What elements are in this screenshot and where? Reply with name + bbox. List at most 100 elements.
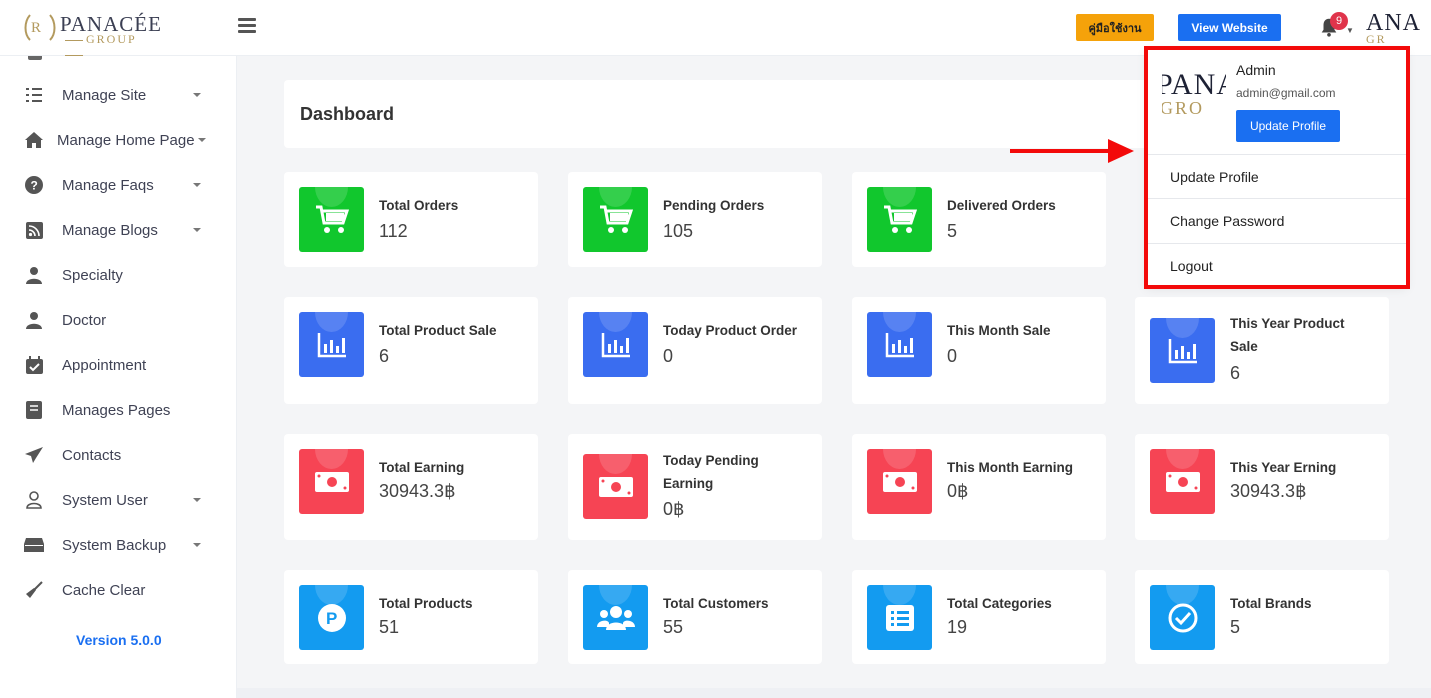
sidebar-item-label: Cache Clear — [62, 581, 146, 599]
next-row-edge — [237, 688, 1431, 698]
sidebar-item-appointment[interactable]: Appointment — [0, 345, 237, 385]
stat-card-title: Total Categories — [947, 596, 1052, 611]
stat-card-title: Total Brands — [1230, 596, 1312, 611]
sidebar-item-specialty[interactable]: Specialty — [0, 255, 237, 295]
sidebar-item-system-backup[interactable]: System Backup — [0, 525, 237, 565]
money-bill-icon — [867, 449, 932, 514]
bar-chart-icon — [583, 312, 648, 377]
sidebar-item-cache-clear[interactable]: Cache Clear — [0, 570, 237, 610]
stat-card-title: Today Pending Earning — [663, 453, 759, 491]
user-email: admin@gmail.com — [1236, 86, 1336, 100]
svg-text:R: R — [31, 20, 41, 36]
manual-button[interactable]: คู่มือใช้งาน — [1076, 14, 1154, 41]
user-name: Admin — [1236, 62, 1276, 78]
panacee-logo[interactable]: R PANACÉE GROUP — [22, 10, 161, 56]
stat-card-total-earning[interactable]: Total Earning 30943.3฿ — [284, 434, 538, 540]
stat-card-total-products[interactable]: P Total Products 51 — [284, 570, 538, 664]
stat-card-today-pending-earning[interactable]: Today Pending Earning 0฿ — [568, 434, 822, 540]
stat-card-value: 55 — [663, 617, 684, 637]
stat-card-value: 112 — [379, 221, 408, 241]
question-icon: ? — [24, 175, 44, 195]
sidebar-item-label: Manage Site — [62, 86, 147, 104]
profile-dropdown: PANA GRO Admin admin@gmail.com Update Pr… — [1146, 48, 1407, 286]
stat-card-title: This Month Earning — [947, 460, 1073, 475]
menu-item-logout[interactable]: Logout — [1146, 243, 1407, 287]
logo-group-text: GROUP — [62, 32, 152, 62]
caret-down-icon — [198, 138, 206, 142]
sidebar-item-label: Manage Blogs — [62, 221, 158, 239]
users-icon — [583, 585, 648, 650]
sidebar-item-label: System User — [62, 491, 148, 509]
view-website-button[interactable]: View Website — [1178, 14, 1281, 41]
sidebar-item-manage-blogs[interactable]: Manage Blogs — [0, 210, 237, 250]
stat-card-value: 0 — [663, 346, 674, 366]
caret-down-icon — [193, 498, 201, 502]
stat-card-this-month-earning[interactable]: This Month Earning 0฿ — [852, 434, 1106, 540]
caret-down-icon — [193, 228, 201, 232]
sidebar-item-label: Manage Home Page — [57, 131, 195, 149]
menu-item-change-password[interactable]: Change Password — [1146, 198, 1407, 242]
stat-card-title: This Year Product Sale — [1230, 316, 1345, 354]
checklist-icon — [24, 85, 44, 105]
bar-chart-icon — [299, 312, 364, 377]
stat-card-title: Total Orders — [379, 198, 459, 213]
avatar[interactable]: ANA GR — [1366, 10, 1431, 50]
money-bill-icon — [583, 454, 648, 519]
cart-icon — [583, 187, 648, 252]
stat-card-value: 5 — [1230, 617, 1241, 637]
caret-down-icon — [193, 183, 201, 187]
sidebar-item-manage-faqs[interactable]: ? Manage Faqs — [0, 165, 237, 205]
stat-card-this-year-product-sale[interactable]: This Year Product Sale 6 — [1135, 297, 1389, 404]
book-icon — [24, 400, 44, 420]
caret-down-icon — [193, 93, 201, 97]
menu-toggle-icon[interactable] — [238, 18, 256, 34]
dropdown-logo: PANA GRO — [1162, 68, 1226, 118]
update-profile-button[interactable]: Update Profile — [1236, 110, 1340, 142]
annotation-arrow-icon — [1010, 139, 1134, 163]
sidebar-item-contacts[interactable]: Contacts — [0, 435, 237, 475]
home-icon — [24, 130, 44, 150]
sidebar-top-icon — [28, 56, 42, 60]
chevron-down-icon[interactable]: ▼ — [1346, 26, 1354, 35]
sidebar-item-label: Contacts — [62, 446, 122, 464]
stat-card-title: This Month Sale — [947, 323, 1051, 338]
page-title: Dashboard — [300, 104, 395, 124]
user-icon — [24, 490, 44, 510]
stat-card-title: Delivered Orders — [947, 198, 1056, 213]
sidebar-item-manage-site[interactable]: Manage Site — [0, 75, 237, 115]
stat-card-total-orders[interactable]: Total Orders 112 — [284, 172, 538, 267]
stat-card-total-categories[interactable]: Total Categories 19 — [852, 570, 1106, 664]
check-circle-icon — [1150, 585, 1215, 650]
stat-card-value: 30943.3฿ — [1230, 481, 1307, 501]
stat-card-this-month-sale[interactable]: This Month Sale 0 — [852, 297, 1106, 404]
calendar-check-icon — [24, 355, 44, 375]
stat-card-title: Total Product Sale — [379, 323, 497, 338]
sidebar-item-label: Manage Faqs — [62, 176, 154, 194]
stat-card-today-product-order[interactable]: Today Product Order 0 — [568, 297, 822, 404]
stat-card-value: 5 — [947, 221, 958, 241]
bar-chart-icon — [867, 312, 932, 377]
money-bill-icon — [299, 449, 364, 514]
stat-card-pending-orders[interactable]: Pending Orders 105 — [568, 172, 822, 267]
stat-card-this-year-erning[interactable]: This Year Erning 30943.3฿ — [1135, 434, 1389, 540]
sidebar-item-system-user[interactable]: System User — [0, 480, 237, 520]
sidebar-item-label: Specialty — [62, 266, 123, 284]
stat-card-total-brands[interactable]: Total Brands 5 — [1135, 570, 1389, 664]
stat-card-total-product-sale[interactable]: Total Product Sale 6 — [284, 297, 538, 404]
bar-chart-icon — [1150, 318, 1215, 383]
version-label: Version 5.0.0 — [76, 632, 162, 648]
sidebar-item-doctor[interactable]: Doctor — [0, 300, 237, 340]
sidebar-item-label: System Backup — [62, 536, 167, 554]
menu-item-update-profile[interactable]: Update Profile — [1146, 154, 1407, 198]
stat-card-value: 0 — [947, 346, 958, 366]
stat-card-delivered-orders[interactable]: Delivered Orders 5 — [852, 172, 1106, 267]
broom-icon — [24, 580, 44, 600]
svg-text:P: P — [326, 609, 337, 628]
stat-card-total-customers[interactable]: Total Customers 55 — [568, 570, 822, 664]
stat-card-value: 30943.3฿ — [379, 481, 456, 501]
stat-card-title: Today Product Order — [663, 323, 798, 338]
stat-card-title: This Year Erning — [1230, 460, 1337, 475]
sidebar-item-manages-pages[interactable]: Manages Pages — [0, 390, 237, 430]
rss-icon — [24, 220, 44, 240]
sidebar-item-manage-home-page[interactable]: Manage Home Page — [0, 120, 237, 160]
